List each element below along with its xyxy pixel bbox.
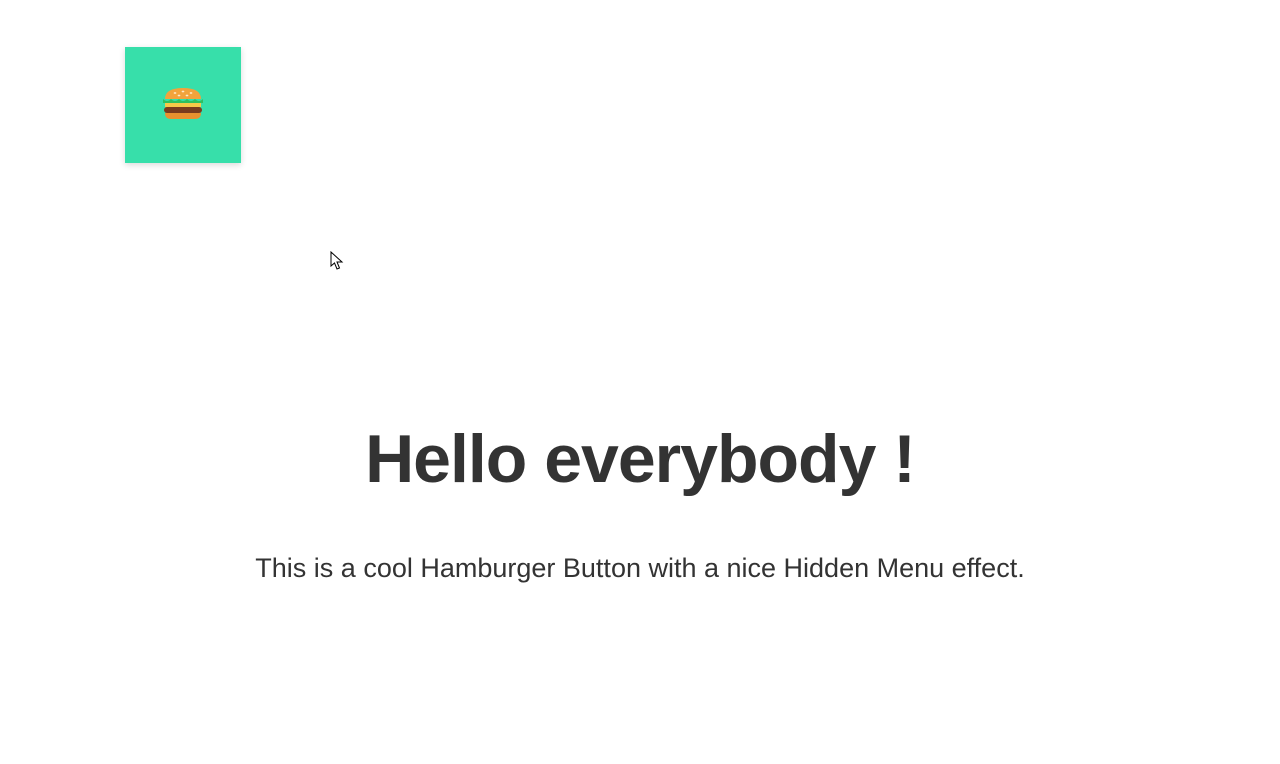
page-heading: Hello everybody ! bbox=[0, 420, 1280, 498]
hamburger-menu-button[interactable] bbox=[125, 47, 241, 163]
cursor-pointer-icon bbox=[330, 251, 344, 271]
hamburger-icon bbox=[161, 85, 205, 126]
page-subheading: This is a cool Hamburger Button with a n… bbox=[0, 553, 1280, 584]
main-content: Hello everybody ! This is a cool Hamburg… bbox=[0, 420, 1280, 584]
